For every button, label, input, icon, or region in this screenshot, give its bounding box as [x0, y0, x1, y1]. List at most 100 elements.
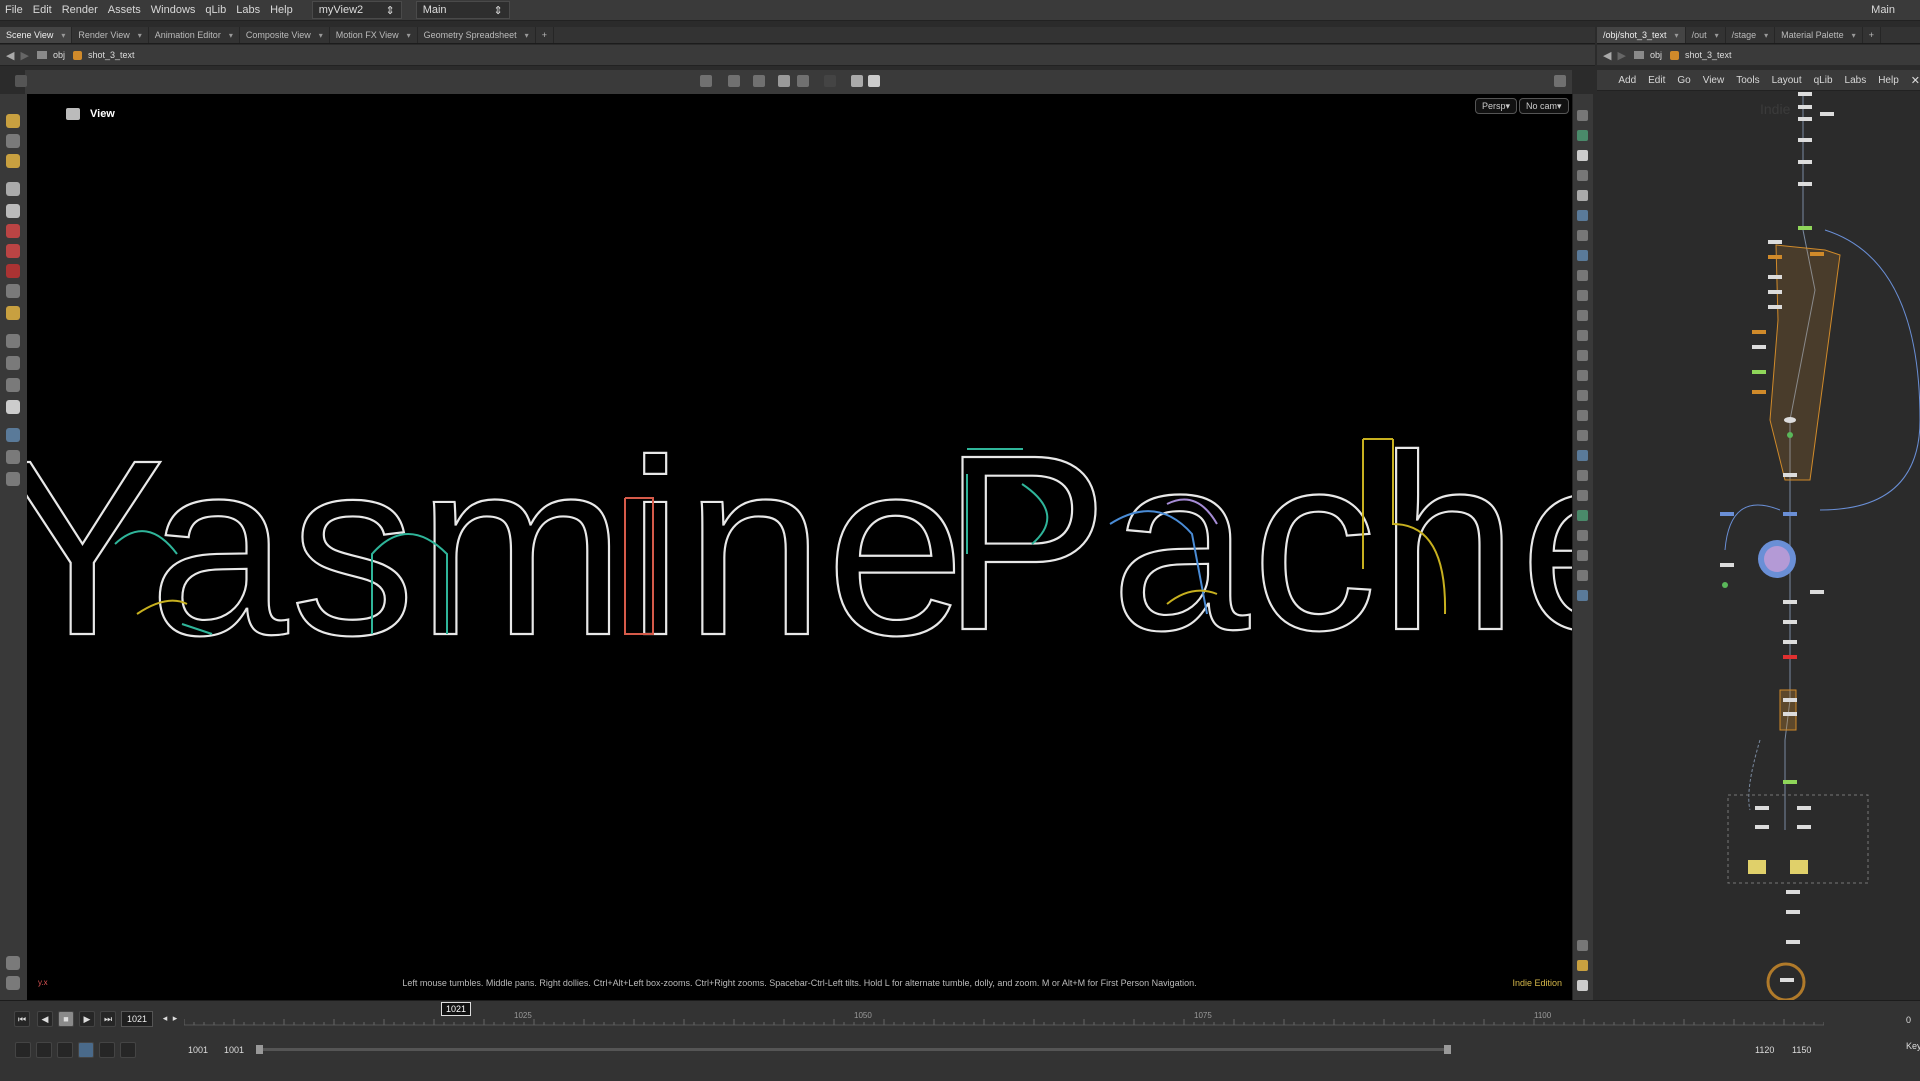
tab-out[interactable]: /out ▾ [1686, 27, 1726, 43]
snap-prim-icon[interactable] [797, 75, 809, 87]
tab-motion-fx-view[interactable]: Motion FX View ▾ [330, 27, 418, 43]
light-icon[interactable] [1577, 170, 1588, 181]
key-button[interactable]: Key [1906, 1041, 1920, 1051]
tab-menu-icon[interactable]: ▾ [229, 31, 233, 40]
timeline-ruler[interactable]: 1025 1050 1075 1100 [184, 1005, 1824, 1035]
point-icon[interactable] [1577, 310, 1588, 321]
add-tab-button[interactable]: + [1863, 27, 1881, 43]
range-end-field-2[interactable]: 1150 [1792, 1045, 1811, 1055]
net-menu-tools[interactable]: Tools [1730, 75, 1765, 86]
net-menu-view[interactable]: View [1697, 75, 1731, 86]
select-tool-icon[interactable] [6, 114, 20, 128]
lock-camera-icon[interactable] [1577, 150, 1588, 161]
breadcrumb-node[interactable]: shot_3_text [72, 50, 135, 60]
forward-arrow-icon[interactable]: ▶ [20, 49, 28, 62]
range-end-field[interactable]: 1120 [1755, 1045, 1774, 1055]
stack-icon[interactable] [1577, 410, 1588, 421]
net-menu-help[interactable]: Help [1872, 75, 1905, 86]
tab-stage[interactable]: /stage ▾ [1726, 27, 1776, 43]
frame-icon[interactable] [1577, 430, 1588, 441]
edit-icon[interactable] [1577, 450, 1588, 461]
bulb-icon[interactable] [1577, 230, 1588, 241]
scope-icon[interactable] [99, 1042, 115, 1058]
context-selector[interactable]: Main ⇕ [415, 1, 510, 19]
smooth-shade-icon[interactable] [1577, 250, 1588, 261]
stop-button[interactable]: ■ [58, 1011, 74, 1027]
texture-icon[interactable] [1577, 290, 1588, 301]
menu-file[interactable]: File [0, 4, 28, 16]
network-editor[interactable]: Indie [1600, 90, 1920, 1000]
handle-tool-icon[interactable] [6, 154, 20, 168]
range-start-field[interactable]: 1001 [188, 1045, 208, 1055]
scale-tool-icon[interactable] [6, 264, 20, 278]
camera-view-icon[interactable] [6, 428, 20, 442]
tab-menu-icon[interactable]: ▾ [319, 31, 323, 40]
pin-icon[interactable] [1577, 530, 1588, 541]
tab-menu-icon[interactable]: ▾ [1715, 31, 1719, 40]
menu-qlib[interactable]: qLib [200, 4, 231, 16]
snap-magnet-icon[interactable] [6, 378, 20, 392]
grid-menu-icon[interactable] [15, 75, 27, 87]
snap-grid-icon[interactable] [728, 75, 740, 87]
record-icon[interactable] [824, 75, 836, 87]
tab-menu-icon[interactable]: ▾ [407, 31, 411, 40]
ghost-icon[interactable] [1577, 130, 1588, 141]
display-options-icon[interactable] [6, 956, 20, 970]
headphone-icon[interactable] [6, 400, 20, 414]
play-button[interactable]: ▶ [79, 1011, 95, 1027]
brush-tool-icon[interactable] [6, 306, 20, 320]
breadcrumb-obj[interactable]: obj [1633, 50, 1662, 60]
keys-icon[interactable] [36, 1042, 52, 1058]
tab-geometry-spreadsheet[interactable]: Geometry Spreadsheet ▾ [418, 27, 536, 43]
grid-icon[interactable] [1577, 470, 1588, 481]
playhead-marker[interactable]: 1021 [441, 1002, 471, 1016]
sphere-icon[interactable] [1577, 190, 1588, 201]
paint-icon[interactable] [1577, 390, 1588, 401]
tab-render-view[interactable]: Render View ▾ [72, 27, 149, 43]
tab-menu-icon[interactable]: ▾ [1675, 31, 1679, 40]
net-menu-layout[interactable]: Layout [1766, 75, 1808, 86]
breadcrumb-node[interactable]: shot_3_text [1669, 50, 1732, 60]
normal-icon[interactable] [1577, 330, 1588, 341]
audio-icon[interactable] [15, 1042, 31, 1058]
net-menu-edit[interactable]: Edit [1642, 75, 1671, 86]
tab-menu-icon[interactable]: ▾ [1764, 31, 1768, 40]
layout-icon[interactable] [1577, 960, 1588, 971]
menu-windows[interactable]: Windows [146, 4, 201, 16]
net-menu-add[interactable]: Add [1612, 75, 1642, 86]
tab-menu-icon[interactable]: ▾ [525, 31, 529, 40]
wrench-icon[interactable]: ✕ [1911, 74, 1920, 87]
wire-icon[interactable] [1577, 210, 1588, 221]
net-menu-labs[interactable]: Labs [1839, 75, 1873, 86]
camera-capture-icon[interactable] [851, 75, 863, 87]
range-slider[interactable] [256, 1048, 1448, 1051]
scene-viewport[interactable]: View Persp▾ No cam▾ Yasmine Pache y.x Le… [27, 94, 1572, 1000]
current-frame-field[interactable]: 1021 [121, 1011, 153, 1027]
right-main-label[interactable]: Main [1866, 4, 1900, 16]
menu-assets[interactable]: Assets [103, 4, 146, 16]
range-start-field-2[interactable]: 1001 [224, 1045, 244, 1055]
breadcrumb-obj[interactable]: obj [36, 50, 65, 60]
loop-icon[interactable] [57, 1042, 73, 1058]
uv-icon[interactable] [1577, 370, 1588, 381]
viewport-help-icon[interactable] [1554, 75, 1566, 87]
box-icon[interactable] [1577, 550, 1588, 561]
pointer-tool-icon[interactable] [6, 182, 20, 196]
menu-render[interactable]: Render [57, 4, 103, 16]
forward-arrow-icon[interactable]: ▶ [1617, 49, 1625, 62]
magnet-icon[interactable] [6, 356, 20, 370]
range-handle-start[interactable] [256, 1045, 263, 1054]
snap-point-icon[interactable] [753, 75, 765, 87]
flat-shade-icon[interactable] [1577, 270, 1588, 281]
range-handle-end[interactable] [1444, 1045, 1451, 1054]
menu-help[interactable]: Help [265, 4, 298, 16]
info-icon[interactable] [1577, 940, 1588, 951]
view-tool-icon[interactable] [6, 334, 20, 348]
render-region-icon[interactable] [1577, 570, 1588, 581]
screenshot-icon[interactable] [868, 75, 880, 87]
jump-start-button[interactable]: ⏮ [14, 1011, 30, 1027]
tab-scene-view[interactable]: Scene View ▾ [0, 27, 73, 43]
image-icon[interactable] [1577, 510, 1588, 521]
jump-end-button[interactable]: ⏭ [100, 1011, 116, 1027]
shading-icon[interactable] [6, 976, 20, 990]
